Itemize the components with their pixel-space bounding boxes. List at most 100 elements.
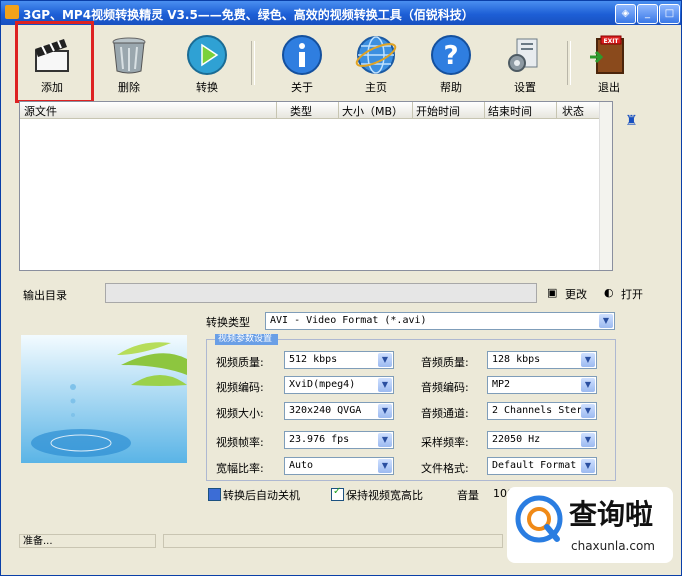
- audio-quality-label: 音频质量:: [421, 356, 469, 369]
- toolbar-divider: [251, 41, 255, 85]
- chevron-down-icon[interactable]: ▼: [581, 404, 595, 418]
- chevron-down-icon[interactable]: ▼: [581, 459, 595, 473]
- app-icon: [5, 5, 19, 19]
- auto-shutdown-checkbox[interactable]: [208, 488, 221, 501]
- frame-rate-select[interactable]: 23.976 fps ▼: [284, 431, 394, 449]
- home-button[interactable]: 主页: [346, 33, 406, 95]
- video-size-select[interactable]: 320x240 QVGA ▼: [284, 402, 394, 420]
- chevron-down-icon[interactable]: ▼: [378, 378, 392, 392]
- convert-button[interactable]: 转换: [177, 33, 237, 95]
- audio-channels-label: 音频通道:: [421, 407, 469, 420]
- keep-ratio-checkbox[interactable]: [331, 486, 344, 501]
- column-source-file[interactable]: 源文件: [24, 103, 57, 119]
- chevron-down-icon[interactable]: ▼: [378, 404, 392, 418]
- trash-bin-icon: [112, 37, 146, 74]
- globe-icon: [355, 36, 397, 74]
- convert-type-select[interactable]: AVI - Video Format (*.avi) ▼: [265, 312, 615, 330]
- watermark-brand: 查询啦: [569, 498, 654, 531]
- status-text: 准备...: [23, 536, 53, 547]
- column-size[interactable]: 大小（MB）: [342, 103, 403, 119]
- column-divider: [484, 102, 485, 118]
- audio-quality-value: 128 kbps: [492, 354, 541, 365]
- delete-label: 删除: [118, 81, 140, 94]
- output-dir-input[interactable]: [105, 283, 537, 303]
- about-button[interactable]: 关于: [272, 33, 332, 95]
- help-button[interactable]: ? 帮助: [421, 33, 481, 95]
- chevron-down-icon[interactable]: ▼: [378, 459, 392, 473]
- chevron-down-icon[interactable]: ▼: [378, 433, 392, 447]
- video-quality-select[interactable]: 512 kbps ▼: [284, 351, 394, 369]
- file-list-header: 源文件 类型 大小（MB） 开始时间 结束时间 状态: [20, 102, 600, 119]
- play-icon: [187, 35, 227, 75]
- aspect-ratio-select[interactable]: Auto ▼: [284, 457, 394, 475]
- change-output-button[interactable]: 更改: [565, 286, 587, 302]
- volume-label: 音量: [457, 489, 479, 502]
- frame-rate-value: 23.976 fps: [289, 434, 350, 445]
- output-dir-label: 输出目录: [23, 289, 67, 302]
- column-type[interactable]: 类型: [290, 103, 312, 119]
- toolbar-divider: [567, 41, 571, 85]
- change-folder-icon[interactable]: ▣: [547, 286, 557, 299]
- file-format-value: Default Format: [492, 460, 577, 471]
- aspect-ratio-value: Auto: [289, 460, 314, 471]
- params-group-title: 视频参数设置: [215, 334, 278, 345]
- sample-rate-select[interactable]: 22050 Hz ▼: [487, 431, 597, 449]
- settings-button[interactable]: 设置: [495, 33, 555, 95]
- file-format-label: 文件格式:: [421, 462, 469, 475]
- watermark-url: chaxunla.com: [571, 539, 655, 553]
- keep-ratio-label: 保持视频宽高比: [346, 489, 423, 502]
- chevron-down-icon[interactable]: ▼: [581, 353, 595, 367]
- frame-rate-label: 视频帧率:: [216, 436, 264, 449]
- sample-rate-value: 22050 Hz: [492, 434, 541, 445]
- settings-label: 设置: [514, 81, 536, 94]
- video-codec-label: 视频编码:: [216, 381, 264, 394]
- exit-button[interactable]: EXIT 退出: [579, 33, 639, 95]
- auto-shutdown-label: 转换后自动关机: [223, 489, 300, 502]
- minimize-button[interactable]: _: [637, 4, 658, 24]
- video-quality-value: 512 kbps: [289, 354, 338, 365]
- status-bar-text: 准备...: [19, 534, 156, 548]
- audio-quality-select[interactable]: 128 kbps ▼: [487, 351, 597, 369]
- column-divider: [276, 102, 277, 118]
- app-window: 3GP、MP4视频转换精灵 V3.5——免费、绿色、高效的视频转换工具（佰锐科技…: [0, 0, 682, 576]
- water-leaf-image: [21, 335, 187, 463]
- column-status[interactable]: 状态: [562, 103, 584, 119]
- audio-codec-select[interactable]: MP2 ▼: [487, 376, 597, 394]
- audio-codec-value: MP2: [492, 379, 511, 390]
- open-output-button[interactable]: 打开: [621, 286, 643, 302]
- column-start-time[interactable]: 开始时间: [416, 103, 460, 119]
- convert-type-label: 转换类型: [206, 316, 250, 329]
- file-format-select[interactable]: Default Format ▼: [487, 457, 597, 475]
- exit-door-icon: EXIT: [590, 35, 624, 74]
- svg-text:?: ?: [443, 41, 458, 71]
- video-size-value: 320x240 QVGA: [289, 405, 362, 416]
- delete-button[interactable]: 删除: [99, 33, 159, 95]
- chevron-down-icon[interactable]: ▼: [581, 433, 595, 447]
- title-bar[interactable]: 3GP、MP4视频转换精灵 V3.5——免费、绿色、高效的视频转换工具（佰锐科技…: [1, 1, 681, 25]
- watermark-logo: 查询啦 chaxunla.com: [507, 487, 673, 563]
- audio-codec-label: 音频编码:: [421, 381, 469, 394]
- chevron-down-icon[interactable]: ▼: [599, 314, 613, 328]
- magnifier-logo-icon: [515, 495, 563, 543]
- sort-order-icon[interactable]: ♜: [625, 113, 638, 129]
- open-folder-icon[interactable]: ◐: [604, 286, 614, 299]
- column-end-time[interactable]: 结束时间: [488, 103, 532, 119]
- file-list[interactable]: 源文件 类型 大小（MB） 开始时间 结束时间 状态: [19, 101, 613, 271]
- aspect-ratio-label: 宽幅比率:: [216, 462, 264, 475]
- settings-gear-icon: [508, 38, 538, 72]
- video-codec-select[interactable]: XviD(mpeg4) ▼: [284, 376, 394, 394]
- maximize-button[interactable]: □: [659, 4, 680, 24]
- chevron-down-icon[interactable]: ▼: [581, 378, 595, 392]
- video-size-label: 视频大小:: [216, 407, 264, 420]
- add-button-highlight: [15, 21, 94, 103]
- video-quality-label: 视频质量:: [216, 356, 264, 369]
- info-icon: [282, 35, 322, 75]
- question-icon: ?: [431, 35, 471, 75]
- restore-window-icon[interactable]: ◈: [615, 4, 636, 24]
- column-divider: [412, 102, 413, 118]
- chevron-down-icon[interactable]: ▼: [378, 353, 392, 367]
- exit-label: 退出: [598, 81, 620, 94]
- column-divider: [338, 102, 339, 118]
- audio-channels-select[interactable]: 2 Channels Stere ▼: [487, 402, 597, 420]
- file-list-scrollbar[interactable]: [599, 102, 612, 270]
